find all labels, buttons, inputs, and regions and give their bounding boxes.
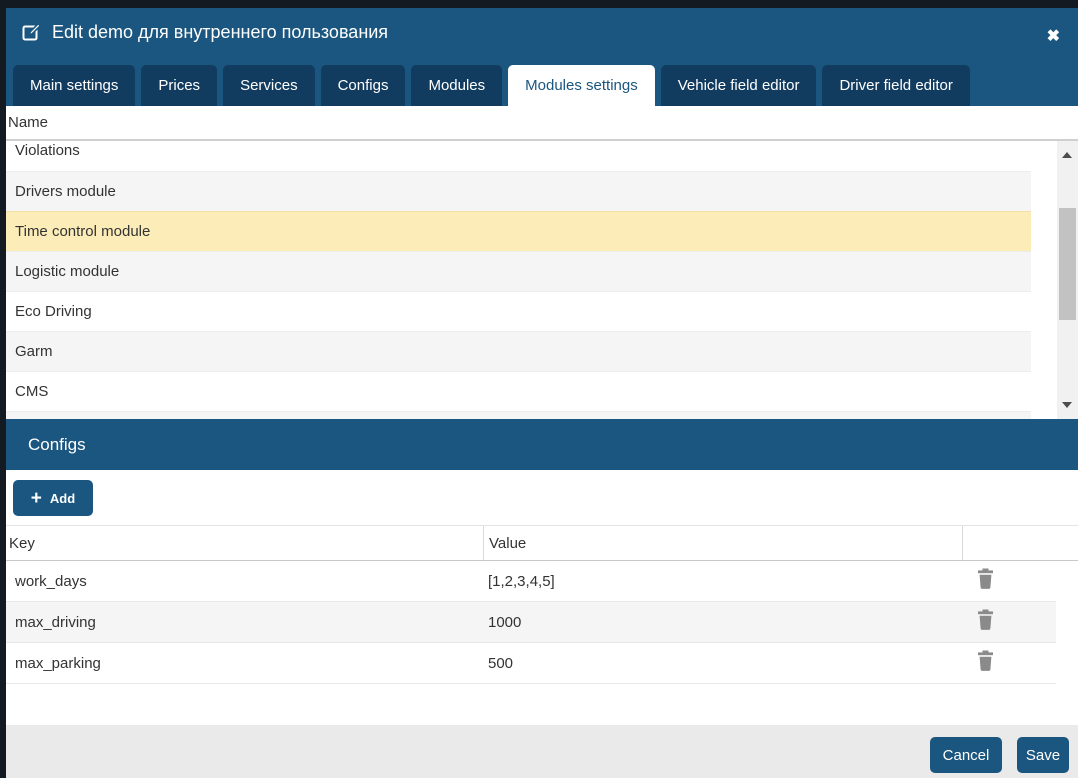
config-row-work-days[interactable]: work_days [1,2,3,4,5] [6,561,1056,602]
module-row-drivers-module[interactable]: Drivers module [6,171,1031,211]
edit-icon [22,23,41,42]
column-header-actions [962,526,1078,560]
tab-main-settings[interactable]: Main settings [13,65,135,106]
edit-demo-dialog: Edit demo для внутреннего пользования ✖ … [6,8,1078,778]
column-header-key: Key [6,526,483,560]
module-row-violations[interactable]: Violations [6,141,1031,171]
tab-driver-field-editor[interactable]: Driver field editor [822,65,969,106]
modules-list-rows: Violations Drivers module Time control m… [6,141,1031,419]
module-row-cms[interactable]: CMS [6,371,1031,411]
plus-icon: + [31,490,42,507]
config-value: 500 [483,655,962,672]
configs-table-body: work_days [1,2,3,4,5] max_driving 1000 [6,561,1056,684]
trash-icon[interactable] [976,568,995,590]
dialog-title-row: Edit demo для внутреннего пользования [6,8,1078,43]
configs-toolbar: + Add [6,470,1078,525]
tab-modules[interactable]: Modules [411,65,502,106]
modules-list: Violations Drivers module Time control m… [6,141,1078,419]
save-button[interactable]: Save [1017,737,1069,773]
list-scrollbar[interactable] [1057,141,1078,419]
module-row-logistic-module[interactable]: Logistic module [6,251,1031,291]
tab-bar: Main settings Prices Services Configs Mo… [13,65,970,106]
empty-area [6,684,1078,725]
config-value: 1000 [483,614,962,631]
scrollbar-thumb[interactable] [1059,208,1076,320]
tab-services[interactable]: Services [223,65,315,106]
dialog-title: Edit demo для внутреннего пользования [52,22,388,43]
close-icon[interactable]: ✖ [1045,27,1062,47]
config-actions [962,609,1056,635]
config-row-max-driving[interactable]: max_driving 1000 [6,602,1056,643]
config-actions [962,568,1056,594]
module-row-eco-driving[interactable]: Eco Driving [6,291,1031,331]
cancel-button[interactable]: Cancel [930,737,1002,773]
trash-icon[interactable] [976,609,995,631]
add-button[interactable]: + Add [13,480,93,516]
tab-configs[interactable]: Configs [321,65,406,106]
config-row-max-parking[interactable]: max_parking 500 [6,643,1056,684]
config-key: work_days [6,573,483,590]
scroll-up-icon[interactable] [1062,152,1072,158]
column-header-value: Value [483,526,962,560]
configs-section-title: Configs [6,419,1078,470]
dialog-footer: Cancel Save [6,725,1078,778]
config-key: max_parking [6,655,483,672]
configs-table-header: Key Value [6,525,1078,561]
config-value: [1,2,3,4,5] [483,573,962,590]
scroll-down-icon[interactable] [1062,402,1072,408]
module-row-garm[interactable]: Garm [6,331,1031,371]
tab-prices[interactable]: Prices [141,65,217,106]
trash-icon[interactable] [976,650,995,672]
dialog-header: Edit demo для внутреннего пользования ✖ … [6,8,1078,106]
tab-modules-settings[interactable]: Modules settings [508,65,655,106]
config-key: max_driving [6,614,483,631]
module-row-time-control-module[interactable]: Time control module [6,211,1031,251]
add-button-label: Add [50,491,75,506]
module-row-partial [6,411,1031,419]
modules-column-header-name: Name [6,106,1078,141]
tab-vehicle-field-editor[interactable]: Vehicle field editor [661,65,817,106]
config-actions [962,650,1056,676]
